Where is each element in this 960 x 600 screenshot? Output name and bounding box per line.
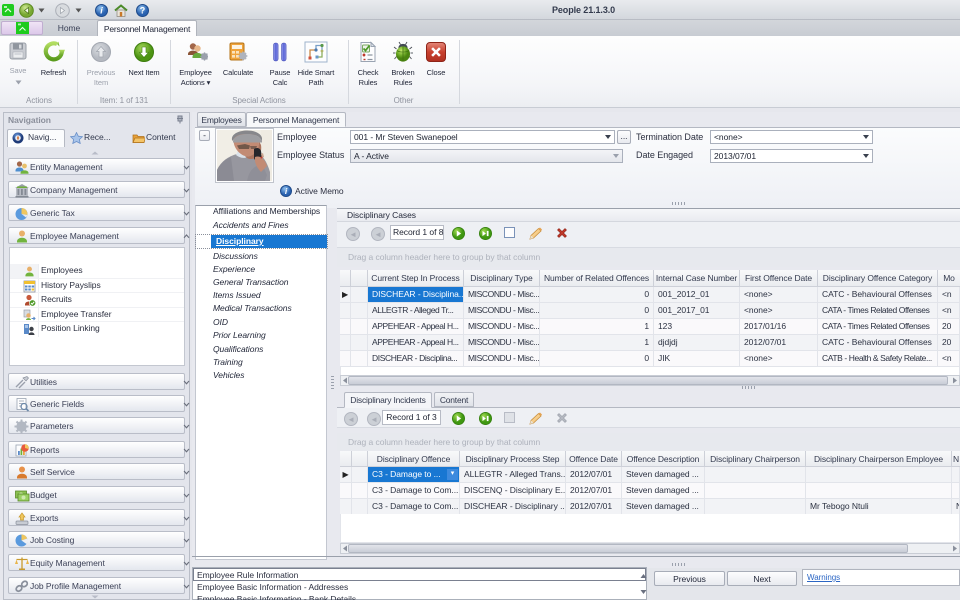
svg-text:◄: ◄ [374,230,382,239]
svg-text:?: ? [140,6,145,16]
svg-text:◄: ◄ [370,415,378,424]
svg-text:◄: ◄ [347,415,355,424]
svg-text:◄: ◄ [349,230,357,239]
